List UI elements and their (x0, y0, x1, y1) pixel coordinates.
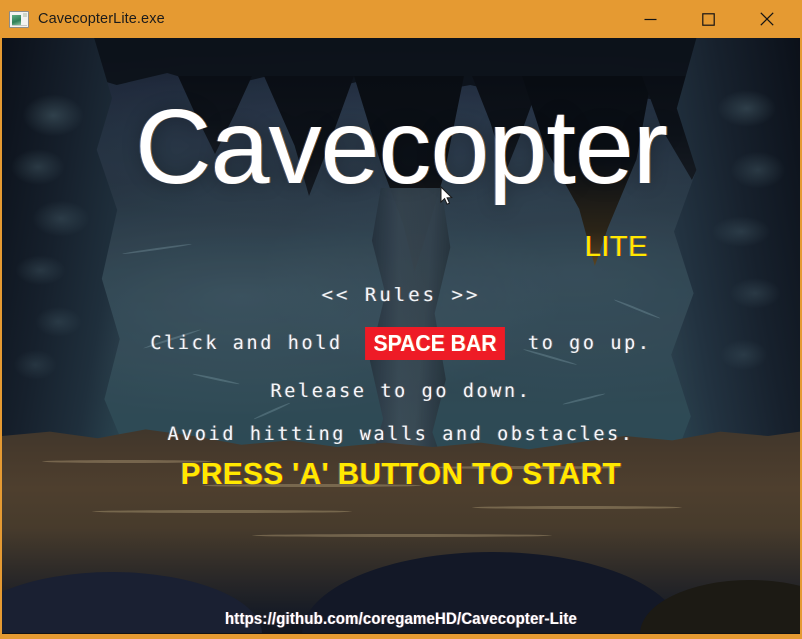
ground-streak (92, 510, 352, 513)
rules-line-1-after: to go up. (514, 333, 652, 354)
ground-streak (472, 506, 682, 509)
app-icon-strip (23, 12, 27, 17)
maximize-icon (702, 12, 715, 26)
space-bar-key: SPACE BAR (365, 327, 506, 361)
rules-heading: << Rules >> (321, 284, 481, 306)
app-icon-bottom (12, 24, 27, 26)
game-canvas[interactable]: Cavecopter LITE << Rules >> Click and ho… (2, 38, 800, 634)
minimize-button[interactable] (627, 0, 674, 38)
rules-block: << Rules >> Click and hold SPACE BAR to … (2, 284, 800, 445)
footer-url: https://github.com/coregameHD/Cavecopter… (224, 609, 578, 628)
app-window-icon (9, 10, 29, 28)
title-bar[interactable]: CavecopterLite.exe (0, 0, 802, 38)
rules-line-1-before: Click and hold (150, 333, 357, 354)
start-prompt: PRESS 'A' BUTTON TO START (180, 456, 622, 491)
title-bar-left: CavecopterLite.exe (0, 10, 627, 28)
window-bottom-edge (0, 634, 802, 639)
ground-streak (252, 534, 552, 537)
game-subtitle: LITE (584, 231, 648, 263)
close-button[interactable] (743, 0, 790, 38)
window-controls (627, 0, 802, 38)
window-title: CavecopterLite.exe (38, 11, 165, 27)
maximize-button[interactable] (685, 0, 732, 38)
rules-line-1: Click and hold SPACE BAR to go up. (2, 327, 800, 361)
game-title: Cavecopter (134, 88, 668, 206)
close-icon (759, 12, 774, 26)
application-window: CavecopterLite.exe Cavecopter LITE << Ru… (0, 0, 802, 639)
minimize-icon (644, 18, 657, 20)
rules-line-2: Release to go down. (270, 381, 532, 403)
rules-line-3: Avoid hitting walls and obstacles. (167, 423, 635, 445)
